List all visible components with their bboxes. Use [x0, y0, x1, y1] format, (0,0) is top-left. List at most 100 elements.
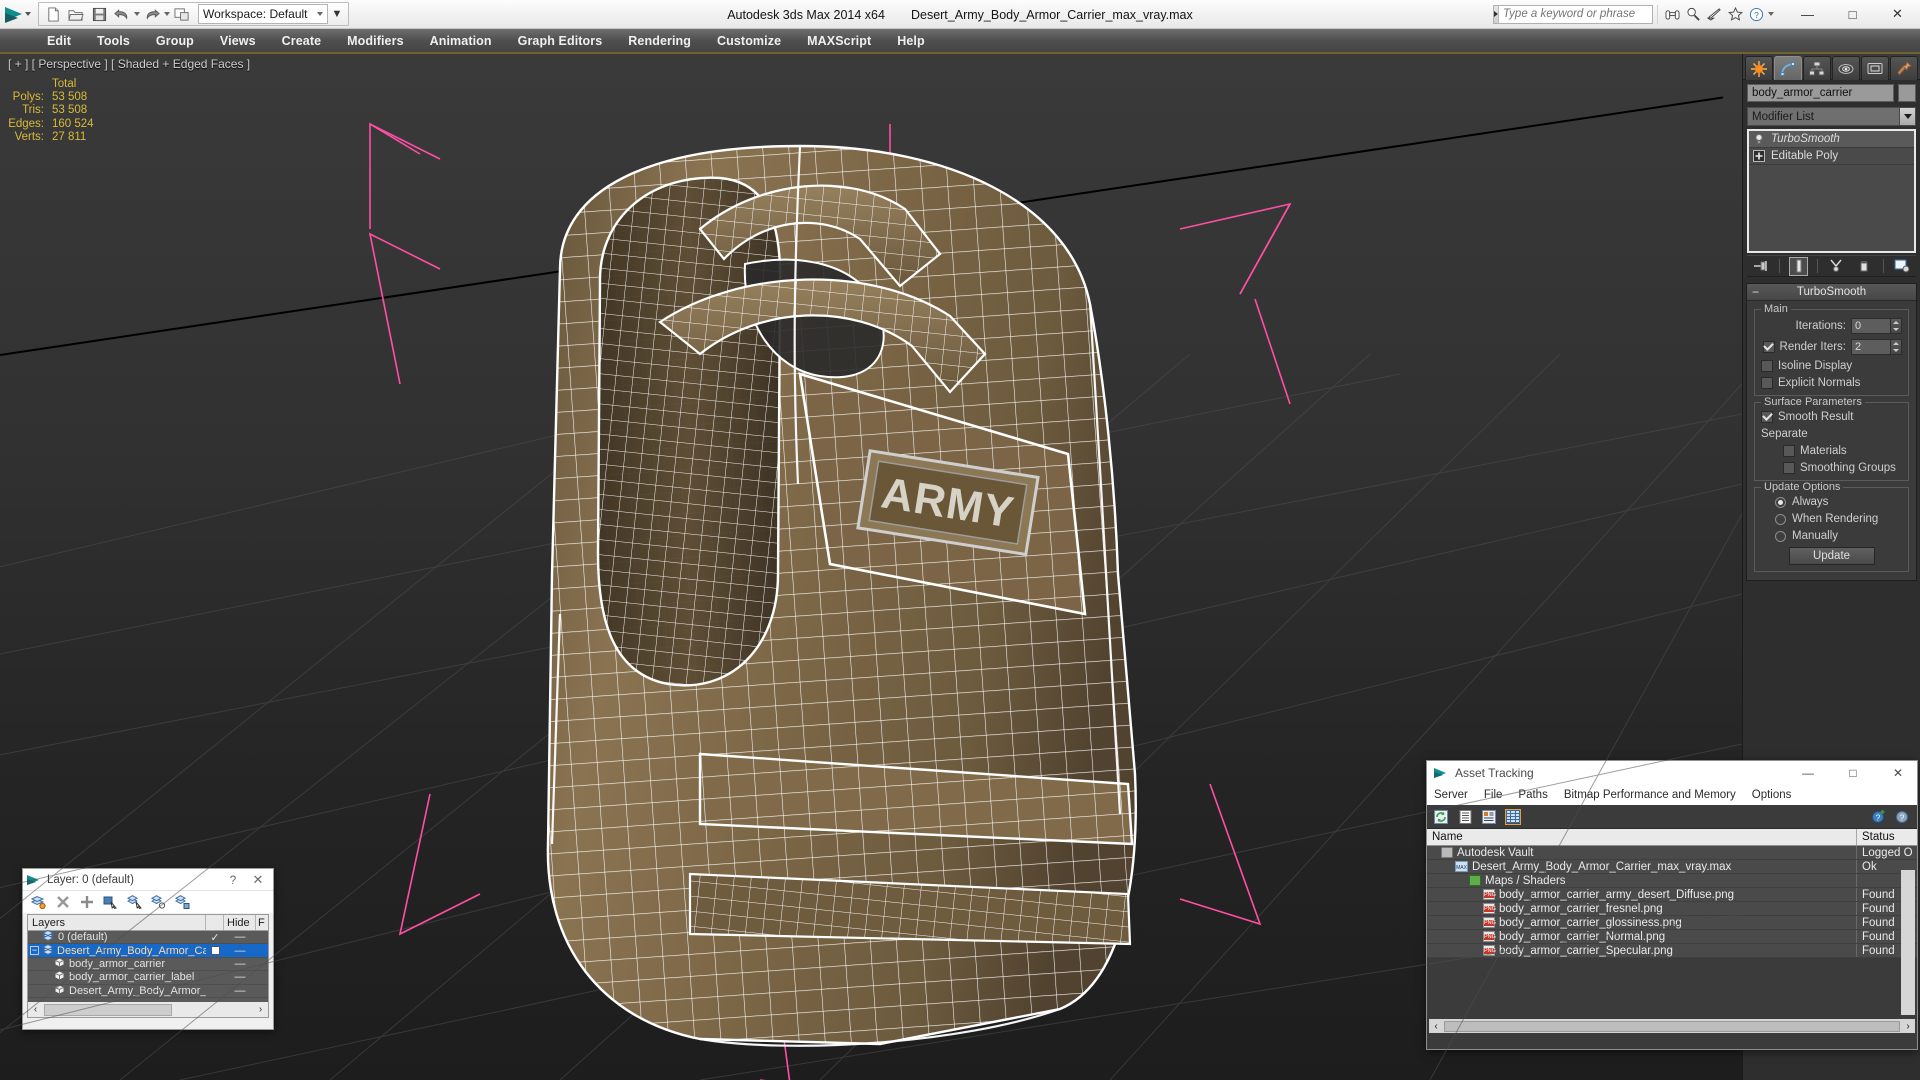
make-unique-button[interactable]	[1827, 257, 1846, 276]
object-name-field[interactable]: body_armor_carrier	[1747, 84, 1894, 102]
update-button[interactable]: Update	[1788, 547, 1875, 565]
redo-dropdown-icon[interactable]	[164, 12, 170, 16]
render-iters-spinner-arrows-icon[interactable]	[1891, 339, 1902, 355]
modifier-stack-item-editable-poly[interactable]: Editable Poly	[1749, 148, 1914, 165]
rollout-collapse-icon[interactable]: −	[1752, 286, 1759, 298]
pin-stack-button[interactable]	[1751, 257, 1770, 276]
stats-tris-label: Tris:	[22, 104, 44, 117]
modify-tab[interactable]	[1774, 56, 1802, 80]
app-logo[interactable]	[0, 0, 34, 29]
remove-modifier-button[interactable]	[1855, 257, 1874, 276]
explicit-normals-row[interactable]: Explicit Normals	[1761, 377, 1902, 389]
workspace-label: Workspace: Default	[203, 7, 308, 21]
menu-item-animation[interactable]: Animation	[417, 28, 505, 53]
menu-item-help[interactable]: Help	[884, 28, 938, 53]
quick-access-overflow-icon[interactable]: ▼	[329, 4, 345, 25]
stack-button-separator	[1779, 259, 1781, 273]
asset-vertical-scrollbar[interactable]	[1901, 870, 1915, 1015]
update-when-rendering-radio[interactable]	[1775, 513, 1786, 525]
separate-materials-checkbox[interactable]	[1783, 445, 1795, 457]
hierarchy-tab[interactable]	[1803, 56, 1831, 80]
search-input[interactable]	[1499, 8, 1659, 20]
explicit-normals-checkbox[interactable]	[1761, 377, 1773, 389]
asset-tracking-maximize-button[interactable]: □	[1834, 761, 1872, 785]
menu-item-group[interactable]: Group	[143, 28, 207, 53]
save-file-icon[interactable]	[88, 4, 110, 25]
smooth-result-row[interactable]: Smooth Result	[1761, 411, 1902, 423]
menu-item-graph-editors[interactable]: Graph Editors	[505, 28, 616, 53]
modifier-stack-item-turbosmooth[interactable]: TurboSmooth	[1749, 131, 1914, 148]
maximize-button[interactable]: □	[1830, 0, 1875, 28]
iterations-value[interactable]: 0	[1851, 318, 1891, 334]
asset-tracking-minimize-button[interactable]: —	[1789, 761, 1827, 785]
separate-materials-row[interactable]: Materials	[1783, 445, 1902, 457]
satellite-icon[interactable]	[1705, 5, 1724, 24]
open-file-icon[interactable]	[65, 4, 87, 25]
redo-icon[interactable]	[141, 4, 163, 25]
undo-icon[interactable]	[111, 4, 133, 25]
display-tab[interactable]	[1861, 56, 1889, 80]
help-dropdown-icon[interactable]	[1768, 12, 1774, 16]
update-always-row[interactable]: Always	[1761, 496, 1902, 508]
menu-item-views[interactable]: Views	[207, 28, 269, 53]
separate-label: Separate	[1761, 428, 1808, 440]
undo-dropdown-icon[interactable]	[134, 12, 140, 16]
asset-tracking-close-button[interactable]: ✕	[1879, 761, 1917, 785]
object-color-swatch[interactable]	[1898, 84, 1916, 102]
close-button[interactable]: ✕	[1875, 0, 1920, 28]
iterations-spinner-arrows-icon[interactable]	[1891, 318, 1902, 334]
help-circle-icon[interactable]: ?	[1747, 5, 1766, 24]
turbosmooth-rollout-header[interactable]: − TurboSmooth	[1747, 284, 1916, 301]
turbosmooth-rollout-title: TurboSmooth	[1796, 286, 1867, 298]
update-manually-radio[interactable]	[1775, 530, 1786, 542]
render-iters-value[interactable]: 2	[1851, 339, 1891, 355]
modifier-list-dropdown[interactable]: Modifier List	[1747, 107, 1916, 126]
smooth-result-checkbox[interactable]	[1761, 411, 1773, 423]
menu-item-maxscript[interactable]: MAXScript	[794, 28, 884, 53]
isoline-display-row[interactable]: Isoline Display	[1761, 360, 1902, 372]
menu-item-rendering[interactable]: Rendering	[615, 28, 704, 53]
modifier-stack[interactable]: TurboSmooth Editable Poly	[1747, 129, 1916, 253]
body-armor-carrier-model[interactable]: ARMY	[0, 54, 1742, 1080]
update-when-rendering-row[interactable]: When Rendering	[1761, 513, 1902, 525]
add-help-icon[interactable]: ?	[1871, 809, 1887, 825]
app-menu-caret-icon[interactable]	[24, 12, 31, 16]
stats-verts-label: Verts:	[14, 130, 44, 143]
binoculars-icon[interactable]	[1663, 5, 1682, 24]
menu-item-create[interactable]: Create	[269, 28, 335, 53]
separate-smoothing-groups-checkbox[interactable]	[1783, 462, 1795, 474]
new-file-icon[interactable]	[42, 4, 64, 25]
viewport-label[interactable]: [ + ] [ Perspective ] [ Shaded + Edged F…	[8, 57, 250, 71]
utilities-tab[interactable]	[1890, 56, 1918, 80]
modifier-list-chevron-down-icon[interactable]	[1899, 108, 1915, 125]
render-iters-stepper[interactable]: 2	[1851, 339, 1902, 355]
menu-item-customize[interactable]: Customize	[704, 28, 794, 53]
configure-modifier-sets-button[interactable]	[1893, 257, 1912, 276]
workspace-chevron-down-icon[interactable]	[317, 12, 323, 16]
expand-plus-icon[interactable]	[1752, 149, 1766, 163]
asset-column-status[interactable]: Status	[1857, 829, 1917, 845]
minimize-button[interactable]: —	[1785, 0, 1830, 28]
separate-smoothing-groups-row[interactable]: Smoothing Groups	[1783, 462, 1902, 474]
menu-item-tools[interactable]: Tools	[84, 28, 143, 53]
workspace-selector[interactable]: Workspace: Default	[198, 4, 328, 24]
iterations-stepper[interactable]: 0	[1851, 318, 1902, 334]
show-end-result-button[interactable]	[1789, 256, 1809, 276]
magnifier-icon[interactable]	[1684, 5, 1703, 24]
update-always-radio[interactable]	[1775, 496, 1786, 508]
isoline-display-checkbox[interactable]	[1761, 360, 1773, 372]
update-manually-row[interactable]: Manually	[1761, 530, 1902, 542]
render-iters-checkbox[interactable]	[1762, 341, 1775, 353]
favorites-star-icon[interactable]	[1726, 5, 1745, 24]
lightbulb-icon[interactable]	[1752, 132, 1766, 146]
asset-menu-options[interactable]: Options	[1752, 789, 1792, 801]
perspective-viewport[interactable]: ARMY [ + ] [ Perspective ] [ Shaded + Ed…	[0, 54, 1742, 1080]
menu-item-edit[interactable]: Edit	[34, 28, 84, 53]
motion-tab[interactable]	[1832, 56, 1860, 80]
search-box[interactable]	[1493, 4, 1659, 24]
scroll-right-arrow-icon[interactable]: ›	[1901, 1021, 1915, 1032]
create-tab[interactable]	[1745, 56, 1773, 80]
menu-item-modifiers[interactable]: Modifiers	[334, 28, 416, 53]
project-folder-icon[interactable]	[171, 4, 193, 25]
help-icon[interactable]: ?	[1895, 809, 1911, 825]
